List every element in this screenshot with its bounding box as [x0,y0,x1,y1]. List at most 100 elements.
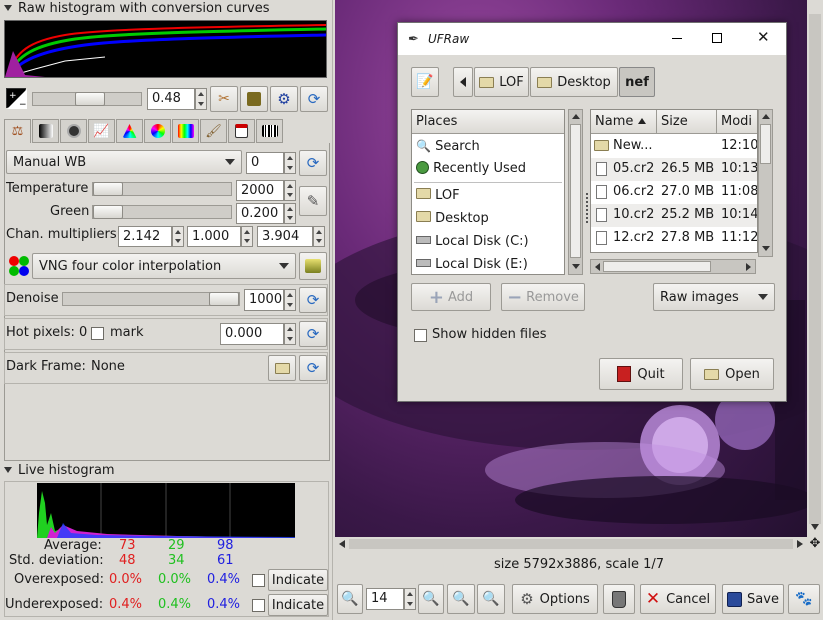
tab-exif[interactable] [256,119,283,143]
temperature-slider-thumb[interactable] [93,182,123,196]
underexposed-indicate-button[interactable]: Indicate [268,594,328,616]
remove-bookmark-button[interactable]: − Remove [501,283,585,311]
green-input[interactable]: 0.200 [236,203,284,224]
places-scrollbar[interactable] [568,109,583,275]
denoise-slider[interactable] [62,292,240,306]
live-histogram-header[interactable]: Live histogram [0,462,115,480]
save-button[interactable]: Save [722,584,784,614]
place-lof[interactable]: LOF [416,187,460,205]
show-hidden-checkbox[interactable] [414,329,427,342]
maximize-icon[interactable] [712,33,722,43]
denoise-input[interactable]: 1000 [244,289,284,311]
column-size[interactable]: Size [657,110,717,134]
tab-save[interactable] [228,119,255,143]
zoom-input[interactable]: 14 [366,588,404,610]
tab-white-balance[interactable]: ⚖ [4,119,31,143]
place-local-disk-c[interactable]: Local Disk (C:) [416,233,529,251]
green-spinner[interactable] [284,203,296,224]
place-local-disk-e[interactable]: Local Disk (E:) [416,256,528,274]
exposure-slider[interactable] [32,92,142,106]
green-slider-thumb[interactable] [93,205,123,219]
path-back-button[interactable] [453,67,473,97]
reset-denoise-button[interactable]: ⟳ [299,287,327,313]
overexposed-indicate-checkbox[interactable] [252,574,265,587]
dialog-title-bar[interactable]: ✒ UFRaw ✕ [398,23,786,55]
zoom-100-button[interactable]: 🔍 [477,584,505,614]
hot-pixels-mark-checkbox[interactable] [91,327,104,340]
arrow-up-icon[interactable] [762,114,770,119]
restore-details-button[interactable]: ⚙ [270,86,298,112]
exposure-input[interactable]: 0.48 [147,88,195,110]
zoom-out-button[interactable]: 🔍 [337,584,363,614]
overexposed-indicate-button[interactable]: Indicate [268,569,328,591]
path-segment-nef[interactable]: nef [619,67,655,97]
smoothing-button[interactable] [299,252,327,280]
tab-color-adjust[interactable] [144,119,171,143]
delete-button[interactable] [603,584,635,614]
open-button[interactable]: Open [690,358,774,390]
denoise-slider-thumb[interactable] [209,292,239,306]
reset-hot-pixels-button[interactable]: ⟳ [299,321,327,347]
reset-wb-button[interactable]: ⟳ [299,150,327,176]
file-filter-select[interactable]: Raw images [653,283,775,311]
tab-color-management[interactable] [116,119,143,143]
chan-multiplier-green-spinner[interactable] [241,226,253,247]
arrow-down-icon[interactable] [811,524,819,530]
minimize-icon[interactable] [672,38,682,39]
file-row[interactable]: 12.cr2 27.8 MB 11:12 [591,227,757,250]
temperature-slider[interactable] [92,182,232,196]
arrow-right-icon[interactable] [797,540,803,548]
places-scrollbar-thumb[interactable] [570,124,581,258]
underexposed-indicate-checkbox[interactable] [252,599,265,612]
file-row[interactable]: New... 12:10 [591,135,757,158]
raw-histogram-header[interactable]: Raw histogram with conversion curves [0,0,270,18]
zoom-in-button[interactable]: 🔍 [418,584,444,614]
quit-button[interactable]: Quit [599,358,683,390]
hot-pixels-spinner[interactable] [284,323,296,345]
place-desktop[interactable]: Desktop [416,210,489,228]
exposure-spinner[interactable] [195,88,207,110]
place-recently-used[interactable]: Recently Used [416,160,526,178]
arrow-left-icon[interactable] [595,263,600,271]
places-header[interactable]: Places [412,110,564,134]
reset-exposure-button[interactable]: ⟳ [300,86,328,112]
denoise-spinner[interactable] [284,289,296,311]
send-to-gimp-button[interactable]: 🐾 [788,584,820,614]
clip-highlights-button[interactable] [240,86,268,112]
preview-vertical-scrollbar[interactable] [807,0,823,537]
zoom-fit-button[interactable]: 🔍 [447,584,475,614]
place-search[interactable]: 🔍 Search [416,137,480,156]
arrow-right-icon[interactable] [746,263,751,271]
hot-pixels-input[interactable]: 0.000 [220,323,284,345]
pan-icon[interactable]: ✥ [807,537,823,551]
tab-transformations[interactable]: 🖌 [200,119,227,143]
interpolation-select[interactable]: VNG four color interpolation [32,253,296,279]
chan-multiplier-blue-input[interactable]: 3.904 [257,226,313,247]
add-bookmark-button[interactable]: + Add [411,283,491,311]
wb-fine-tune-input[interactable]: 0 [246,152,284,174]
chan-multiplier-blue-spinner[interactable] [313,226,325,247]
chan-multiplier-green-input[interactable]: 1.000 [187,226,241,247]
options-button[interactable]: ⚙ Options [512,584,598,614]
arrow-down-icon[interactable] [572,264,580,269]
preview-horizontal-scrollbar[interactable] [335,537,807,551]
column-modified[interactable]: Modi [717,110,757,134]
exposure-slider-thumb[interactable] [75,92,105,106]
reset-dark-frame-button[interactable]: ⟳ [299,355,327,381]
wb-preset-select[interactable]: Manual WB [6,150,242,174]
files-vertical-scrollbar[interactable] [758,109,773,257]
file-row[interactable]: 10.cr2 25.2 MB 10:14 [591,204,757,227]
column-name[interactable]: Name [591,110,657,134]
tab-corrections[interactable] [172,119,199,143]
load-dark-frame-button[interactable] [268,355,296,381]
type-location-button[interactable]: 📝 [411,67,439,97]
path-segment-lof[interactable]: LOF [474,67,529,97]
wb-fine-tune-spinner[interactable] [284,152,296,174]
chan-multiplier-red-input[interactable]: 2.142 [118,226,172,247]
file-row[interactable]: 05.cr2 26.5 MB 10:13 [591,158,757,181]
tab-base-curve[interactable]: 📈 [88,119,115,143]
chan-multiplier-red-spinner[interactable] [172,226,184,247]
cancel-button[interactable]: ✕ Cancel [640,584,716,614]
spot-wb-button[interactable]: ✎ [299,186,327,216]
close-icon[interactable]: ✕ [757,28,770,46]
